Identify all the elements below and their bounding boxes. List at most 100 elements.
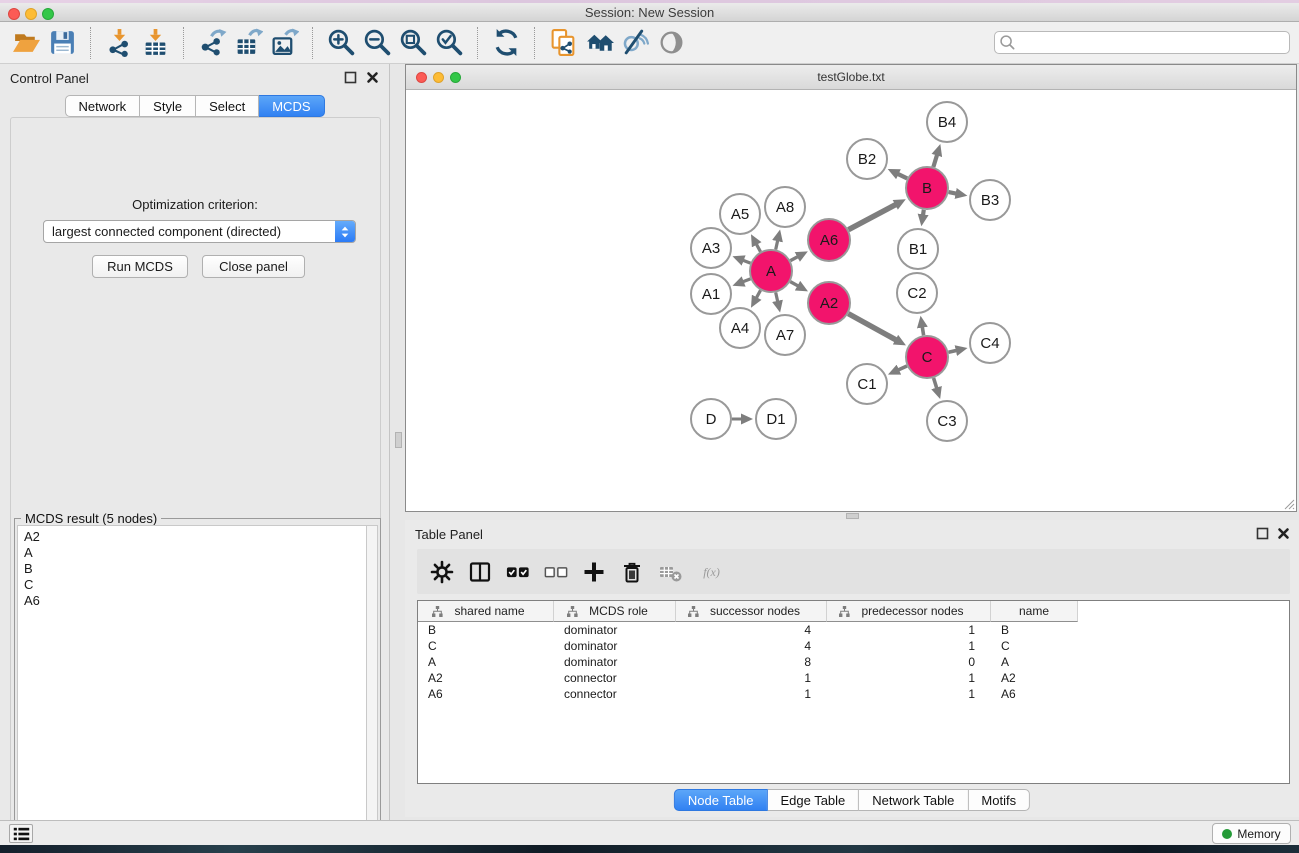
tab-network[interactable]: Network [64, 95, 140, 117]
table-row[interactable]: A2connector11A2 [418, 670, 1289, 686]
edge-B-B4[interactable] [933, 153, 937, 167]
network-view-window[interactable]: testGlobe.txt B4B2BB3A5A8A6A3B1AA1C2A2A4… [405, 64, 1297, 512]
mcds-result-item[interactable]: C [24, 577, 366, 593]
home-view-icon[interactable] [581, 26, 617, 60]
refresh-icon[interactable] [488, 26, 524, 60]
mcds-result-title: MCDS result (5 nodes) [21, 511, 161, 526]
column-header-name[interactable]: name [991, 601, 1078, 622]
edge-C-C4[interactable] [948, 350, 958, 352]
toolbar-group [323, 26, 467, 60]
export-network-icon[interactable] [194, 26, 230, 60]
toggle-columns-panel-icon[interactable] [463, 557, 497, 587]
mcds-result-item[interactable]: A6 [24, 593, 366, 609]
tab-network-table[interactable]: Network Table [859, 789, 968, 811]
desktop-vertical-scroll-thumb[interactable] [395, 432, 402, 448]
table-row[interactable]: Adominator80A [418, 654, 1289, 670]
tab-node-table[interactable]: Node Table [674, 789, 768, 811]
desktop-horizontal-scroll-thumb[interactable] [846, 513, 859, 519]
import-network-icon[interactable] [101, 26, 137, 60]
zoom-selected-icon[interactable] [431, 26, 467, 60]
edge-A2-C[interactable] [848, 314, 898, 341]
column-header-predecessor-nodes[interactable]: predecessor nodes [827, 601, 991, 622]
tab-style[interactable]: Style [140, 95, 196, 117]
edge-A-A2[interactable] [790, 282, 800, 287]
zoom-out-icon[interactable] [359, 26, 395, 60]
edge-A-A8[interactable] [776, 238, 778, 249]
add-column-icon[interactable] [577, 557, 611, 587]
column-header-successor-nodes[interactable]: successor nodes [676, 601, 827, 622]
table-row[interactable]: Cdominator41C [418, 638, 1289, 654]
edge-C-C1[interactable] [896, 366, 907, 371]
column-header-shared-name[interactable]: shared name [418, 601, 554, 622]
node-label-C2: C2 [907, 285, 926, 302]
unselect-all-columns-icon[interactable] [539, 557, 573, 587]
table-row[interactable]: Bdominator41B [418, 622, 1289, 638]
edge-A-A6[interactable] [790, 256, 799, 261]
float-panel-icon[interactable] [344, 71, 357, 84]
node-label-A3: A3 [702, 240, 720, 257]
save-session-icon[interactable] [44, 26, 80, 60]
zoom-in-icon[interactable] [323, 26, 359, 60]
toolbar-group [545, 26, 689, 60]
tab-select[interactable]: Select [196, 95, 259, 117]
show-all-eye-icon[interactable] [653, 26, 689, 60]
import-table-icon[interactable] [137, 26, 173, 60]
edge-A-A1[interactable] [741, 279, 751, 283]
task-history-button[interactable] [9, 824, 33, 843]
node-label-B3: B3 [981, 192, 999, 209]
table-cell: 8 [676, 654, 827, 670]
edge-A-A5[interactable] [755, 242, 760, 252]
copy-style-icon[interactable] [545, 26, 581, 60]
column-header-filler [1078, 601, 1289, 622]
float-table-panel-icon[interactable] [1256, 527, 1269, 540]
memory-button[interactable]: Memory [1212, 823, 1291, 844]
run-mcds-button[interactable]: Run MCDS [92, 255, 188, 278]
table-row[interactable]: A6connector11A6 [418, 686, 1289, 702]
delete-columns-icon[interactable] [615, 557, 649, 587]
table-cell: 1 [676, 686, 827, 702]
open-session-icon[interactable] [8, 26, 44, 60]
result-scrollbar[interactable] [366, 525, 378, 853]
table-settings-gear-icon[interactable] [425, 557, 459, 587]
edge-A-A4[interactable] [755, 290, 760, 300]
search-input[interactable] [994, 31, 1290, 54]
network-window-titlebar[interactable]: testGlobe.txt [406, 65, 1296, 90]
optimization-criterion-select[interactable]: largest connected component (directed) [43, 220, 356, 243]
edge-A6-B[interactable] [848, 203, 897, 229]
toolbar-group [101, 26, 173, 60]
mcds-result-item[interactable]: A2 [24, 529, 366, 545]
table-panel: Table Panel f(x) shared nameMCDS rolesuc… [405, 520, 1299, 817]
shared-column-icon [567, 606, 578, 617]
mcds-result-list[interactable]: A2ABCA6 [17, 525, 366, 853]
app-titlebar[interactable]: Session: New Session [0, 3, 1299, 22]
edge-C-C3[interactable] [934, 378, 938, 390]
control-panel: Control Panel NetworkStyleSelectMCDS Opt… [0, 64, 390, 820]
tab-mcds[interactable]: MCDS [259, 95, 324, 117]
tab-edge-table[interactable]: Edge Table [767, 789, 859, 811]
edge-C-C2[interactable] [922, 325, 924, 336]
edge-B-B3[interactable] [949, 192, 959, 194]
edge-B-B2[interactable] [896, 173, 907, 179]
table-cell: 4 [676, 622, 827, 638]
table-cell: dominator [554, 654, 676, 670]
mcds-result-item[interactable]: B [24, 561, 366, 577]
zoom-fit-icon[interactable] [395, 26, 431, 60]
edge-B-B1[interactable] [923, 210, 924, 218]
resize-grip-icon[interactable] [1282, 497, 1295, 510]
hide-selected-icon[interactable] [617, 26, 653, 60]
edge-A-A7[interactable] [776, 292, 778, 303]
close-panel-button[interactable]: Close panel [202, 255, 305, 278]
export-image-icon[interactable] [266, 26, 302, 60]
tab-motifs[interactable]: Motifs [968, 789, 1030, 811]
select-all-columns-icon[interactable] [501, 557, 535, 587]
edge-A-A3[interactable] [741, 259, 751, 263]
table-cell: dominator [554, 638, 676, 654]
node-table-body: Bdominator41BCdominator41CAdominator80AA… [418, 622, 1289, 702]
mcds-result-item[interactable]: A [24, 545, 366, 561]
table-cell: A2 [991, 670, 1078, 686]
close-table-panel-icon[interactable] [1277, 527, 1290, 540]
export-table-icon[interactable] [230, 26, 266, 60]
column-header-MCDS-role[interactable]: MCDS role [554, 601, 676, 622]
close-panel-icon[interactable] [366, 71, 379, 84]
network-canvas[interactable]: B4B2BB3A5A8A6A3B1AA1C2A2A4A7C4CC1C3DD1 [406, 90, 1296, 511]
